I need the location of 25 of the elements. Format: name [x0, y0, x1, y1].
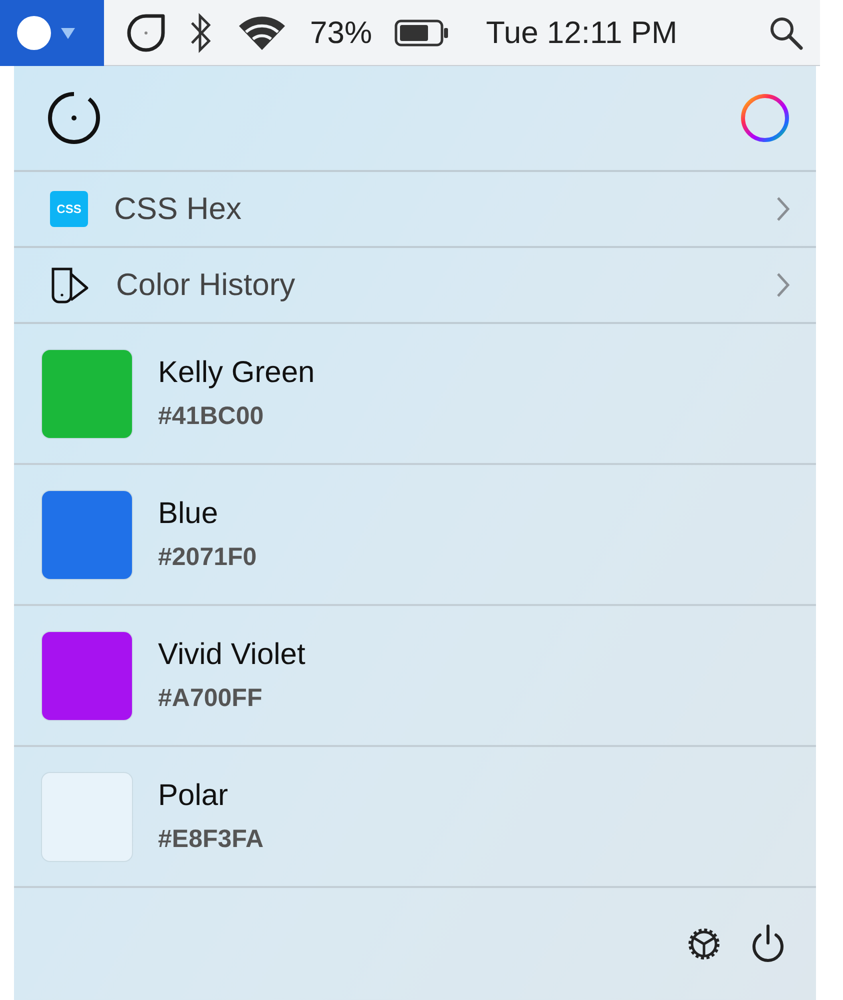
color-list-item[interactable]: Blue #2071F0 — [14, 465, 816, 606]
color-list-item[interactable]: Kelly Green #41BC00 — [14, 324, 816, 465]
swatch-card-icon — [50, 266, 90, 304]
menu-item[interactable]: CSS CSS Hex — [14, 172, 816, 248]
color-name: Kelly Green — [158, 356, 315, 390]
color-hex-code: #41BC00 — [158, 402, 265, 431]
color-name: Blue — [158, 497, 220, 531]
chevron-right-icon — [776, 272, 790, 298]
app-menu-item[interactable] — [0, 0, 104, 66]
color-wheel-icon[interactable] — [738, 91, 792, 145]
color-name: Polar — [158, 779, 230, 813]
color-list-item[interactable]: Polar #E8F3FA — [14, 747, 816, 888]
eyedropper-target-icon[interactable] — [46, 90, 102, 146]
css-icon: CSS — [50, 191, 88, 227]
clock[interactable]: Tue 12:11 PM — [486, 14, 678, 50]
color-hex-code: #2071F0 — [158, 543, 257, 572]
chevron-right-icon — [776, 196, 790, 222]
color-hex-code: #E8F3FA — [158, 825, 264, 854]
color-name: Vivid Violet — [158, 638, 306, 672]
color-list-item[interactable]: Vivid Violet #A700FF — [14, 606, 816, 747]
menu-item[interactable]: Color History — [14, 248, 816, 324]
battery-percentage: 73% — [310, 14, 372, 50]
search-icon[interactable] — [768, 14, 804, 50]
battery-icon[interactable] — [394, 18, 450, 48]
color-hex-code: #A700FF — [158, 684, 264, 713]
